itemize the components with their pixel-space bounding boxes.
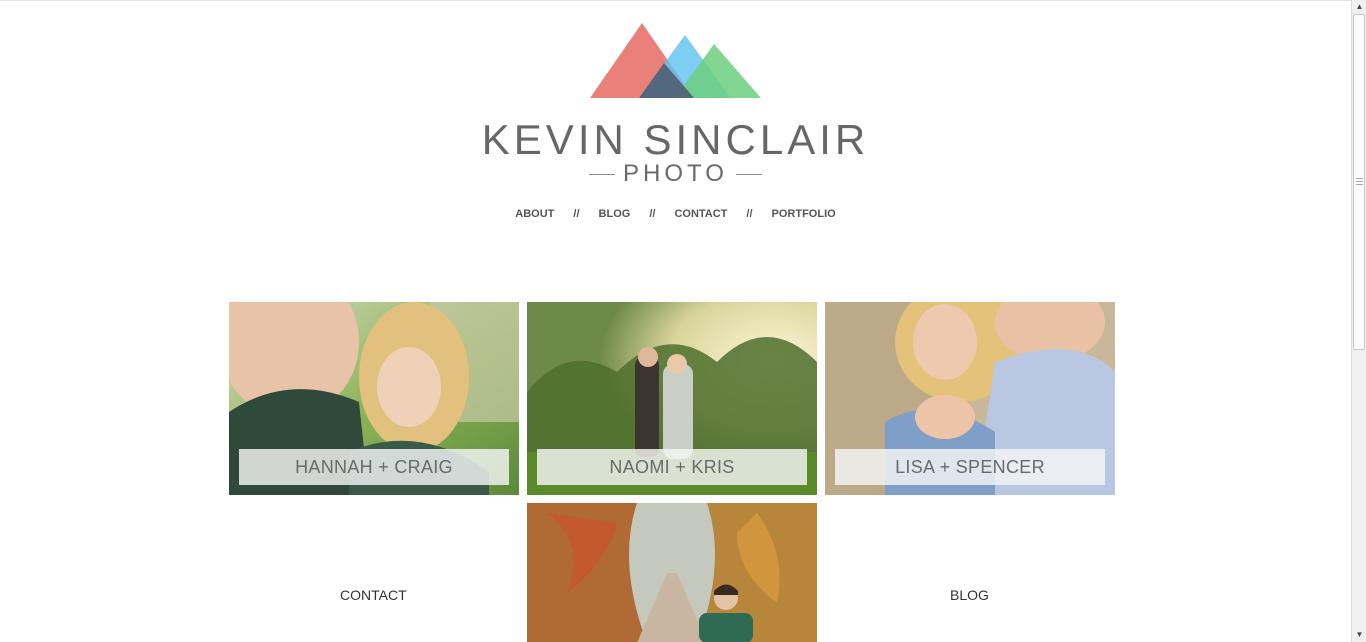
brand-sub-text: PHOTO [623, 160, 728, 187]
gallery-tile-naomi-kris[interactable]: NAOMI + KRIS [527, 302, 817, 495]
page: KEVIN SINCLAIR PHOTO ABOUT // BLOG // CONTAC… [0, 0, 1351, 642]
mountain-logo-icon[interactable] [589, 22, 763, 99]
gallery-tile-hannah-craig[interactable]: HANNAH + CRAIG [229, 302, 519, 495]
scroll-up-icon[interactable]: ▲ [1352, 0, 1366, 14]
scroll-down-icon[interactable]: ▼ [1352, 628, 1366, 642]
gallery-tile-autumn[interactable] [527, 503, 817, 642]
blog-link[interactable]: BLOG [950, 587, 989, 603]
nav-separator: // [746, 208, 753, 220]
autumn-park-photo [527, 503, 817, 642]
scroll-thumb[interactable] [1353, 14, 1365, 350]
tile-caption: LISA + SPENCER [835, 449, 1105, 485]
divider [735, 174, 762, 176]
nav-contact[interactable]: CONTACT [674, 208, 727, 220]
gallery-tile-lisa-spencer[interactable]: LISA + SPENCER [825, 302, 1115, 495]
nav-about[interactable]: ABOUT [515, 208, 554, 220]
brand-subtitle: PHOTO [0, 159, 1351, 189]
tile-caption: HANNAH + CRAIG [239, 449, 509, 485]
nav-separator: // [573, 208, 580, 220]
main-nav: ABOUT // BLOG // CONTACT // PORTFOLIO [0, 208, 1351, 220]
contact-link[interactable]: CONTACT [340, 587, 407, 603]
grip-icon [1356, 178, 1363, 185]
divider [589, 174, 616, 176]
nav-blog[interactable]: BLOG [599, 208, 631, 220]
tile-caption: NAOMI + KRIS [537, 449, 807, 485]
nav-separator: // [649, 208, 656, 220]
vertical-scrollbar[interactable]: ▲ ▼ [1351, 0, 1366, 642]
nav-portfolio[interactable]: PORTFOLIO [772, 208, 836, 220]
brand-name[interactable]: KEVIN SINCLAIR [0, 115, 1351, 165]
